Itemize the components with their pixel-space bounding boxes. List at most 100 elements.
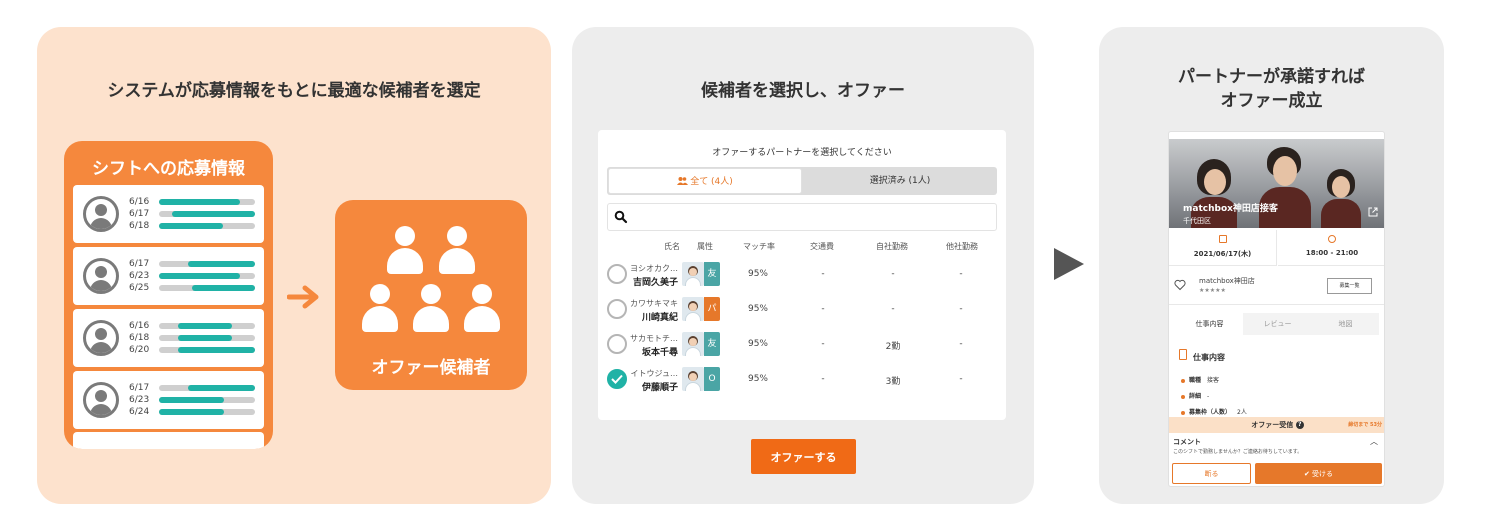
match-rate: 95% bbox=[747, 269, 768, 279]
phone-screen: matchbox神田店接客 千代田区 2021/06/17(木) 18:00 -… bbox=[1168, 131, 1385, 487]
search-input[interactable] bbox=[607, 203, 997, 231]
job-hero-image: matchbox神田店接客 千代田区 bbox=[1169, 139, 1384, 228]
document-icon bbox=[1179, 349, 1187, 360]
availability-track bbox=[159, 347, 255, 353]
radio-button[interactable] bbox=[607, 334, 627, 354]
table-row[interactable]: カワサキマキ 川崎真紀 パ 95% - - - bbox=[598, 292, 1006, 326]
table-row[interactable]: イトウジュ… 伊藤順子 O 95% - 3勤 - bbox=[598, 362, 1006, 396]
tab-all-label: 全て (4人) bbox=[690, 177, 733, 187]
other-company-shifts: - bbox=[959, 339, 963, 349]
panel-title: システムが応募情報をもとに最適な候補者を選定 bbox=[107, 81, 481, 101]
availability-bar bbox=[178, 323, 232, 329]
transport-fee: - bbox=[821, 374, 825, 384]
match-rate: 95% bbox=[747, 339, 768, 349]
transport-fee: - bbox=[821, 339, 825, 349]
detail-row: 詳細 - bbox=[1181, 391, 1209, 400]
person-icon bbox=[385, 226, 425, 276]
avatar-icon bbox=[83, 196, 119, 232]
card-title: オファーするパートナーを選択してください bbox=[712, 148, 892, 158]
attribute-badge: O bbox=[704, 367, 720, 391]
job-title: matchbox神田店接客 bbox=[1183, 204, 1278, 214]
shift-date-row: 6/16 bbox=[129, 196, 259, 208]
partner-name: 伊藤順子 bbox=[641, 383, 678, 393]
work-list-button[interactable]: 募集一覧 bbox=[1327, 278, 1372, 294]
tab-work-content[interactable]: 仕事内容 bbox=[1176, 313, 1243, 335]
shift-date-row: 6/25 bbox=[129, 282, 259, 294]
shift-time: 18:00 - 21:00 bbox=[1278, 230, 1384, 266]
column-header: 自社勤務 bbox=[876, 242, 908, 251]
radio-button[interactable] bbox=[607, 299, 627, 319]
section-title: 仕事内容 bbox=[1193, 353, 1225, 362]
shift-date-label: 6/18 bbox=[129, 333, 150, 343]
other-company-shifts: - bbox=[959, 304, 963, 314]
availability-bar bbox=[159, 199, 240, 205]
store-rating: ★★★★★ bbox=[1199, 287, 1226, 294]
search-icon bbox=[614, 210, 628, 224]
slide: システムが応募情報をもとに最適な候補者を選定 シフトへの応募情報 6/16 6/1… bbox=[0, 0, 1490, 532]
avatar bbox=[682, 297, 704, 321]
availability-bar bbox=[159, 409, 225, 415]
transport-fee: - bbox=[821, 304, 825, 314]
tab-map[interactable]: 地図 bbox=[1312, 313, 1379, 335]
offer-candidates-card: オファー候補者 bbox=[335, 200, 527, 390]
tab-all[interactable]: 全て (4人) bbox=[608, 168, 802, 194]
shift-date-label: 6/20 bbox=[129, 345, 150, 355]
shift-date-label: 6/17 bbox=[129, 259, 150, 269]
shift-date-label: 6/16 bbox=[129, 197, 150, 207]
column-header: 氏名 bbox=[664, 242, 680, 251]
shift-date-row: 6/23 bbox=[129, 270, 259, 282]
availability-bar bbox=[178, 347, 255, 353]
check-icon: ✔ bbox=[1303, 469, 1313, 478]
shift-date-row: 6/18 bbox=[129, 332, 259, 344]
attribute-badge: 友 bbox=[704, 332, 720, 356]
radio-button[interactable] bbox=[607, 264, 627, 284]
avatar-icon bbox=[83, 382, 119, 418]
accept-button[interactable]: ✔ 受ける bbox=[1255, 463, 1382, 484]
shift-date: 2021/06/17(木) bbox=[1169, 230, 1277, 266]
partner-name: 川崎真紀 bbox=[641, 313, 678, 323]
comment-text: このシフトで勤務しませんか？ご連絡お待ちしています。 bbox=[1173, 449, 1303, 455]
panel-title-line2: オファー成立 bbox=[1220, 91, 1323, 111]
availability-track bbox=[159, 285, 255, 291]
availability-track bbox=[159, 323, 255, 329]
external-link-icon[interactable] bbox=[1368, 207, 1378, 217]
clock-icon bbox=[1328, 235, 1336, 243]
tab-bar: 全て (4人) 選択済み (1人) bbox=[607, 167, 997, 195]
column-header: 交通費 bbox=[810, 242, 834, 251]
person-icon bbox=[462, 284, 502, 334]
match-rate: 95% bbox=[747, 304, 768, 314]
shift-date-label: 6/17 bbox=[129, 209, 150, 219]
list-item: 6/16 6/17 6/18 bbox=[73, 185, 264, 243]
arrow-right-icon bbox=[287, 285, 319, 309]
help-icon: ? bbox=[1295, 421, 1304, 429]
availability-track bbox=[159, 385, 255, 391]
list-item: 6/17 6/23 6/24 bbox=[73, 371, 264, 429]
shift-date-label: 6/16 bbox=[129, 321, 150, 331]
own-company-shifts: 3勤 bbox=[885, 377, 901, 387]
shift-card-title: シフトへの応募情報 bbox=[92, 159, 245, 179]
availability-bar bbox=[159, 223, 224, 229]
tab-selected[interactable]: 選択済み (1人) bbox=[803, 167, 997, 195]
availability-track bbox=[159, 261, 255, 267]
heart-icon[interactable] bbox=[1174, 279, 1186, 291]
decline-button[interactable]: 断る bbox=[1172, 463, 1251, 484]
availability-bar bbox=[187, 261, 255, 267]
table-row[interactable]: サカモトチ… 坂本千尋 友 95% - 2勤 - bbox=[598, 327, 1006, 361]
avatar-icon bbox=[83, 258, 119, 294]
offer-button[interactable]: オファーする bbox=[751, 439, 856, 474]
offer-received-label: オファー受信 bbox=[1251, 421, 1294, 429]
name-kana: カワサキマキ bbox=[630, 299, 678, 308]
own-company-shifts: - bbox=[891, 304, 895, 314]
candidate-label: オファー候補者 bbox=[371, 358, 491, 378]
shift-date-label: 6/25 bbox=[129, 283, 150, 293]
calendar-icon bbox=[1219, 235, 1227, 243]
shift-date-row: 6/16 bbox=[129, 320, 259, 332]
store-name: matchbox神田店 bbox=[1199, 277, 1255, 285]
table-row[interactable]: ヨシオカク… 吉岡久美子 友 95% - - - bbox=[598, 257, 1006, 291]
person-icon bbox=[360, 284, 400, 334]
match-rate: 95% bbox=[747, 374, 768, 384]
table-header: 氏名 属性 マッチ率 交通費 自社勤務 他社勤務 bbox=[598, 238, 1006, 254]
checked-radio[interactable] bbox=[607, 369, 627, 389]
chevron-up-icon[interactable]: ︿ bbox=[1370, 436, 1378, 447]
tab-reviews[interactable]: レビュー bbox=[1244, 313, 1311, 335]
